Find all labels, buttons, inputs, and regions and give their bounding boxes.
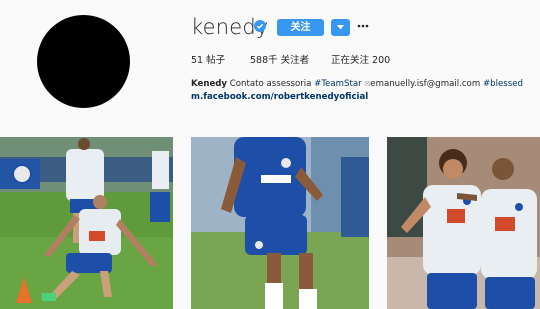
training-photo-2: [191, 137, 369, 309]
following-count[interactable]: 正在关注 200: [331, 52, 390, 66]
followers-count[interactable]: 588千 关注者: [250, 52, 309, 66]
training-photo-3: [387, 137, 540, 309]
bio-email: emanuelly.isf@gmail.com: [370, 79, 481, 89]
post-thumbnail-1[interactable]: [0, 137, 173, 309]
posts-count: 51 帖子: [191, 52, 225, 66]
following-label: 正在关注: [331, 55, 370, 66]
follow-button[interactable]: 关注: [277, 19, 324, 36]
profile-bio: Kenedy Contato assessoria #TeamStar ✉ema…: [191, 78, 523, 90]
post-thumbnail-3[interactable]: [387, 137, 540, 309]
training-photo-1: [0, 137, 173, 309]
followers-label: 关注者: [280, 55, 310, 66]
profile-avatar[interactable]: [37, 15, 130, 108]
verified-badge-icon: [254, 20, 266, 32]
hashtag-teamstar[interactable]: #TeamStar: [314, 79, 362, 89]
caret-down-icon: [337, 25, 344, 30]
followers-number: 588千: [250, 55, 278, 66]
following-number: 200: [372, 55, 391, 66]
post-thumbnail-2[interactable]: [191, 137, 369, 309]
bio-full-name: Kenedy: [191, 79, 228, 89]
bio-text: Contato assessoria: [229, 79, 312, 89]
suggestions-dropdown-button[interactable]: [331, 19, 350, 36]
more-horizontal-icon[interactable]: [357, 24, 369, 28]
hashtag-blessed[interactable]: #blessed: [483, 79, 523, 89]
profile-external-link[interactable]: m.facebook.com/robertkenedyoficial: [191, 92, 368, 102]
posts-label: 帖子: [206, 55, 226, 66]
posts-number: 51: [191, 55, 204, 66]
